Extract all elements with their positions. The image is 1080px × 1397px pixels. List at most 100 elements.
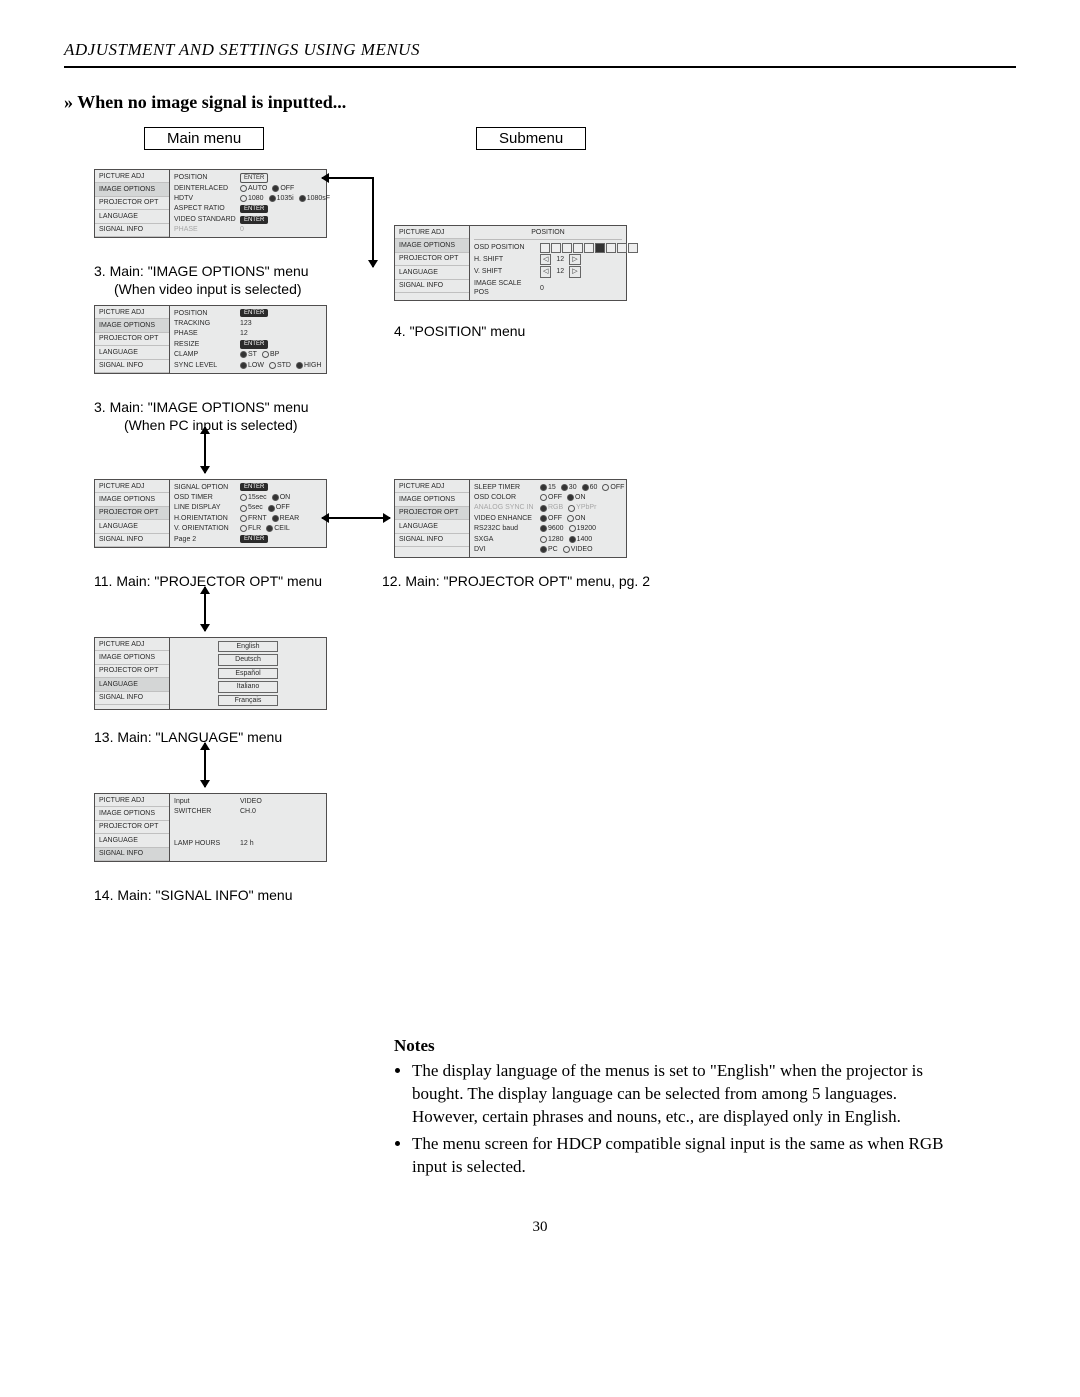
menu-side-item[interactable]: SIGNAL INFO (395, 534, 469, 547)
menu-side-item[interactable]: PROJECTOR OPT (395, 253, 469, 266)
menu-row-value[interactable]: ENTER (240, 173, 322, 183)
menu-side-item[interactable]: SIGNAL INFO (95, 224, 169, 237)
menu-side-item[interactable]: PICTURE ADJ (95, 170, 169, 183)
menu-side-item[interactable]: PICTURE ADJ (95, 794, 169, 807)
radio-option[interactable]: OFF (602, 483, 624, 492)
menu-side-item[interactable]: PICTURE ADJ (395, 226, 469, 239)
menu-side-item[interactable]: IMAGE OPTIONS (95, 807, 169, 820)
menu-row-value[interactable]: AUTO OFF (240, 184, 322, 193)
radio-option[interactable]: FLR (240, 524, 261, 533)
language-option[interactable]: English (218, 641, 278, 652)
menu-row-value[interactable]: ENTER (240, 216, 322, 224)
radio-option[interactable]: OFF (540, 493, 562, 502)
menu-side-item[interactable]: PROJECTOR OPT (395, 507, 469, 520)
language-option[interactable]: Français (218, 695, 278, 706)
radio-option[interactable]: RGB (540, 503, 563, 512)
menu-row-value[interactable]: FLR CEIL (240, 524, 322, 533)
menu-row-value[interactable]: ENTER (240, 309, 322, 317)
radio-option[interactable]: OFF (540, 514, 562, 523)
menu-side-item[interactable]: PICTURE ADJ (95, 306, 169, 319)
menu-side-item[interactable]: PROJECTOR OPT (95, 333, 169, 346)
radio-option[interactable]: PC (540, 545, 558, 554)
menu-side-item[interactable]: LANGUAGE (95, 346, 169, 359)
menu-side-item[interactable]: LANGUAGE (95, 520, 169, 533)
menu-side-item[interactable]: IMAGE OPTIONS (95, 183, 169, 196)
enter-chip[interactable]: ENTER (240, 216, 268, 224)
menu-row-value[interactable]: 1080 1035i 1080sF (240, 194, 330, 203)
radio-option[interactable]: ON (567, 514, 586, 523)
menu-side-item[interactable]: IMAGE OPTIONS (95, 651, 169, 664)
menu-row-value[interactable]: OFF ON (540, 493, 622, 502)
menu-side-item[interactable]: PROJECTOR OPT (95, 507, 169, 520)
menu-row-value[interactable]: ◁12▷ (540, 266, 622, 277)
menu-row-value[interactable]: 5sec OFF (240, 503, 322, 512)
radio-option[interactable]: 1400 (569, 535, 593, 544)
menu-row-value[interactable]: 960019200 (540, 524, 622, 533)
menu-row-value[interactable]: 1280 1400 (540, 535, 622, 544)
radio-option[interactable]: 1035i (269, 194, 294, 203)
radio-option[interactable]: LOW (240, 361, 264, 370)
menu-side-item[interactable]: PROJECTOR OPT (95, 197, 169, 210)
language-option[interactable]: Deutsch (218, 654, 278, 665)
radio-option[interactable]: ON (567, 493, 586, 502)
radio-option[interactable]: ST (240, 350, 257, 359)
radio-option[interactable]: 30 (561, 483, 577, 492)
menu-side-item[interactable]: PROJECTOR OPT (95, 821, 169, 834)
menu-row-value[interactable]: OFF ON (540, 514, 622, 523)
menu-row-value[interactable]: 15 30 60 OFF (540, 483, 624, 492)
menu-row-value[interactable]: LOW STD HIGH (240, 361, 322, 370)
osd-position-grid[interactable] (540, 243, 638, 253)
radio-option[interactable]: 1080 (240, 194, 264, 203)
menu-side-item[interactable]: LANGUAGE (95, 210, 169, 223)
menu-row-value[interactable]: ENTER (240, 535, 322, 543)
menu-side-item[interactable]: PICTURE ADJ (95, 638, 169, 651)
radio-option[interactable]: STD (269, 361, 291, 370)
menu-side-item[interactable]: SIGNAL INFO (95, 848, 169, 861)
language-option[interactable]: Italiano (218, 681, 278, 692)
radio-option[interactable]: ON (272, 493, 291, 502)
menu-side-item[interactable]: SIGNAL INFO (95, 692, 169, 705)
enter-chip[interactable]: ENTER (240, 483, 268, 491)
menu-side-item[interactable]: PICTURE ADJ (95, 480, 169, 493)
radio-option[interactable]: CEIL (266, 524, 290, 533)
radio-option[interactable]: 5sec (240, 503, 263, 512)
radio-option[interactable]: HIGH (296, 361, 322, 370)
menu-row-value[interactable]: ST BP (240, 350, 322, 359)
radio-option[interactable]: 1280 (540, 535, 564, 544)
menu-side-item[interactable]: LANGUAGE (395, 520, 469, 533)
radio-option[interactable]: AUTO (240, 184, 267, 193)
enter-chip-outline[interactable]: ENTER (240, 173, 268, 183)
menu-side-item[interactable]: SIGNAL INFO (95, 360, 169, 373)
menu-row-value[interactable]: ENTER (240, 205, 322, 213)
radio-option[interactable]: REAR (272, 514, 299, 523)
menu-side-item[interactable]: LANGUAGE (395, 266, 469, 279)
menu-row-value[interactable]: RGBYPbPr (540, 503, 622, 512)
menu-side-item[interactable]: LANGUAGE (95, 678, 169, 691)
menu-row-value[interactable]: FRNT REAR (240, 514, 322, 523)
menu-side-item[interactable]: IMAGE OPTIONS (95, 493, 169, 506)
radio-option[interactable]: BP (262, 350, 279, 359)
radio-option[interactable]: OFF (268, 503, 290, 512)
radio-option[interactable]: 15sec (240, 493, 267, 502)
enter-chip[interactable]: ENTER (240, 205, 268, 213)
menu-side-item[interactable]: SIGNAL INFO (95, 534, 169, 547)
menu-row-value[interactable] (540, 243, 638, 253)
menu-side-item[interactable]: IMAGE OPTIONS (395, 493, 469, 506)
radio-option[interactable]: FRNT (240, 514, 267, 523)
menu-row-value[interactable]: ◁12▷ (540, 254, 622, 265)
radio-option[interactable]: 1080sF (299, 194, 330, 203)
menu-row-value[interactable]: PC VIDEO (540, 545, 622, 554)
radio-option[interactable]: OFF (272, 184, 294, 193)
language-option[interactable]: Español (218, 668, 278, 679)
menu-side-item[interactable]: PICTURE ADJ (395, 480, 469, 493)
menu-row-value[interactable]: ENTER (240, 340, 322, 348)
enter-chip[interactable]: ENTER (240, 340, 268, 348)
radio-option[interactable]: 9600 (540, 524, 564, 533)
radio-option[interactable]: 60 (582, 483, 598, 492)
enter-chip[interactable]: ENTER (240, 309, 268, 317)
menu-side-item[interactable]: PROJECTOR OPT (95, 665, 169, 678)
menu-side-item[interactable]: IMAGE OPTIONS (95, 319, 169, 332)
radio-option[interactable]: 15 (540, 483, 556, 492)
menu-side-item[interactable]: LANGUAGE (95, 834, 169, 847)
radio-option[interactable]: VIDEO (563, 545, 593, 554)
